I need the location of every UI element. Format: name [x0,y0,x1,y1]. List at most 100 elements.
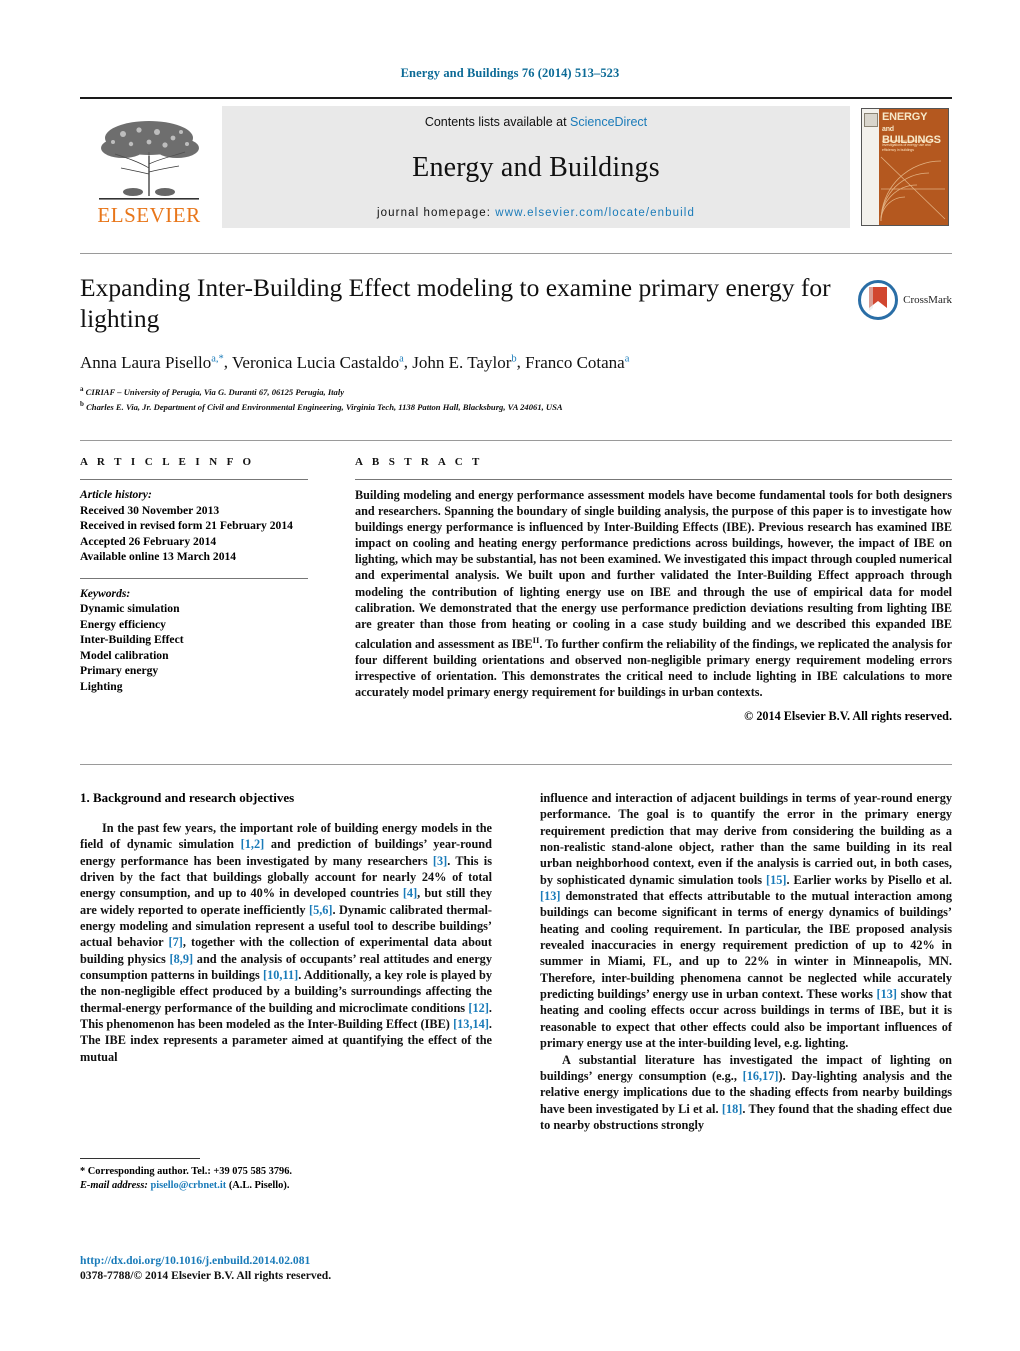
cover-arc-graphic [880,156,946,222]
paragraph: A substantial literature has investigate… [540,1052,952,1134]
article-history-label: Article history: [80,488,152,501]
running-head: Energy and Buildings 76 (2014) 513–523 [400,66,620,80]
email-line: E-mail address: pisello@crbnet.it (A.L. … [80,1179,492,1193]
author-mark: a [399,353,404,364]
author-mark: a,* [211,353,224,364]
article-info-top-rule [80,440,952,441]
citation-reference[interactable]: [12] [468,1001,489,1015]
author: Anna Laura Piselloa,* [80,353,224,372]
section-heading: 1. Background and research objectives [80,790,295,805]
keyword: Dynamic simulation [80,602,180,615]
citation-reference[interactable]: [5,6] [309,903,333,917]
citation-reference[interactable]: [15] [766,873,787,887]
citation-reference[interactable]: [4] [403,886,417,900]
citation-reference[interactable]: [8,9] [170,952,194,966]
elsevier-logo: ELSEVIER [80,106,218,228]
footer-block: http://dx.doi.org/10.1016/j.enbuild.2014… [80,1253,580,1283]
author-mark: b [511,353,517,364]
text-run: . Earlier works by Pisello et al. [786,872,952,887]
author: Veronica Lucia Castaldoa [232,353,404,372]
article-info-bottom-rule [80,764,952,765]
email-link[interactable]: pisello@crbnet.it [150,1180,226,1191]
history-item: Accepted 26 February 2014 [80,534,217,548]
journal-title: Energy and Buildings [412,152,660,183]
footnote-rule [80,1158,200,1159]
author-name: Franco Cotana [525,352,625,372]
affiliation-text: Charles E. Via, Jr. Department of Civil … [86,401,563,412]
article-header: CrossMark Expanding Inter-Building Effec… [80,272,952,413]
abstract-column: A B S T R A C T Building modeling and en… [355,456,952,724]
citation-reference[interactable]: [18] [722,1102,743,1116]
author: John E. Taylorb [412,353,516,372]
citation-reference[interactable]: [1,2] [241,837,265,851]
citation-reference[interactable]: [13] [540,889,561,903]
keyword: Lighting [80,679,123,693]
keyword: Model calibration [80,648,169,662]
author-list: Anna Laura Piselloa,*, Veronica Lucia Ca… [80,352,630,372]
abstract-heading: A B S T R A C T [355,456,483,468]
cover-title-and: and [882,126,894,133]
journal-cover-thumbnail: ENERGY and BUILDINGS An international jo… [858,106,952,228]
column-gap [308,456,355,724]
citation-reference[interactable]: [3] [433,854,447,868]
page-title: Expanding Inter-Building Effect modeling… [80,273,831,333]
homepage-url[interactable]: www.elsevier.com/locate/enbuild [495,207,695,219]
citation-reference[interactable]: [13] [877,987,898,1001]
keyword: Energy efficiency [80,617,166,631]
paper-page: Energy and Buildings 76 (2014) 513–523 E… [0,0,1020,1351]
cover-blurb: An international journal devoted to inve… [882,139,934,152]
citation-reference[interactable]: [13,14] [453,1017,489,1031]
cover-badge-icon [864,113,878,127]
author-mark: a [624,353,630,364]
divider [355,479,952,480]
article-info-heading: A R T I C L E I N F O [80,456,255,468]
journal-homepage-line: journal homepage: www.elsevier.com/locat… [377,207,695,219]
doi-link[interactable]: http://dx.doi.org/10.1016/j.enbuild.2014… [80,1253,580,1268]
citation-reference[interactable]: [7] [169,935,183,949]
email-suffix: (A.L. Pisello). [228,1180,290,1191]
affiliation-list: a CIRIAF – University of Perugia, Via G.… [80,383,952,414]
affiliation-mark: b [80,400,84,409]
abstract-text: Building modeling and energy performance… [355,487,952,700]
crossmark-icon [858,280,899,320]
citation-reference[interactable]: [10,11] [263,968,298,982]
corresponding-author-footnote: * Corresponding author. Tel.: +39 075 58… [80,1158,492,1193]
crossmark-badge[interactable]: CrossMark [858,280,952,320]
author-name: Veronica Lucia Castaldo [232,352,400,372]
corresponding-author-line: * Corresponding author. Tel.: +39 075 58… [80,1166,293,1177]
citation-reference[interactable]: [16,17] [743,1069,779,1083]
paragraph: influence and interaction of adjacent bu… [540,790,952,1052]
history-item: Available online 13 March 2014 [80,550,237,563]
paragraph: In the past few years, the important rol… [80,820,492,1065]
affiliation: a CIRIAF – University of Perugia, Via G.… [80,383,952,398]
contents-line: Contents lists available at ScienceDirec… [425,115,647,129]
cover-title-energy: ENERGY [882,111,928,123]
masthead-center: Contents lists available at ScienceDirec… [222,106,850,228]
author: Franco Cotanaa [525,353,629,372]
contents-prefix: Contents lists available at [424,115,571,129]
journal-masthead: ELSEVIER Contents lists available at Sci… [80,97,952,228]
email-label: E-mail address: [80,1180,148,1191]
homepage-prefix: journal homepage: [377,207,496,219]
keyword: Primary energy [80,664,159,677]
abstract-copyright: © 2014 Elsevier B.V. All rights reserved… [744,709,952,724]
elsevier-tree-icon [99,121,199,200]
text-run: demonstrated that effects attributable t… [540,889,952,1002]
issn-copyright-line: 0378-7788/© 2014 Elsevier B.V. All right… [80,1269,332,1282]
divider [80,577,308,579]
abstract-part-1: Building modeling and energy performance… [355,488,952,651]
keyword: Inter-Building Effect [80,633,184,646]
keywords-label: Keywords: [80,586,131,600]
affiliation-text: CIRIAF – University of Perugia, Via G. D… [85,386,345,397]
affiliation-mark: a [80,384,84,393]
history-item: Received in revised form 21 February 201… [80,519,293,532]
info-abstract-region: A R T I C L E I N F O Article history: R… [80,456,952,724]
body-right-column: influence and interaction of adjacent bu… [540,790,952,1260]
affiliation: b Charles E. Via, Jr. Department of Civi… [80,398,952,413]
crossmark-label: CrossMark [903,294,952,306]
author-name: Anna Laura Pisello [80,352,212,372]
sciencedirect-link[interactable]: ScienceDirect [570,115,647,129]
masthead-bottom-rule [80,253,952,254]
article-info-column: A R T I C L E I N F O Article history: R… [80,456,308,724]
elsevier-wordmark: ELSEVIER [97,203,201,227]
